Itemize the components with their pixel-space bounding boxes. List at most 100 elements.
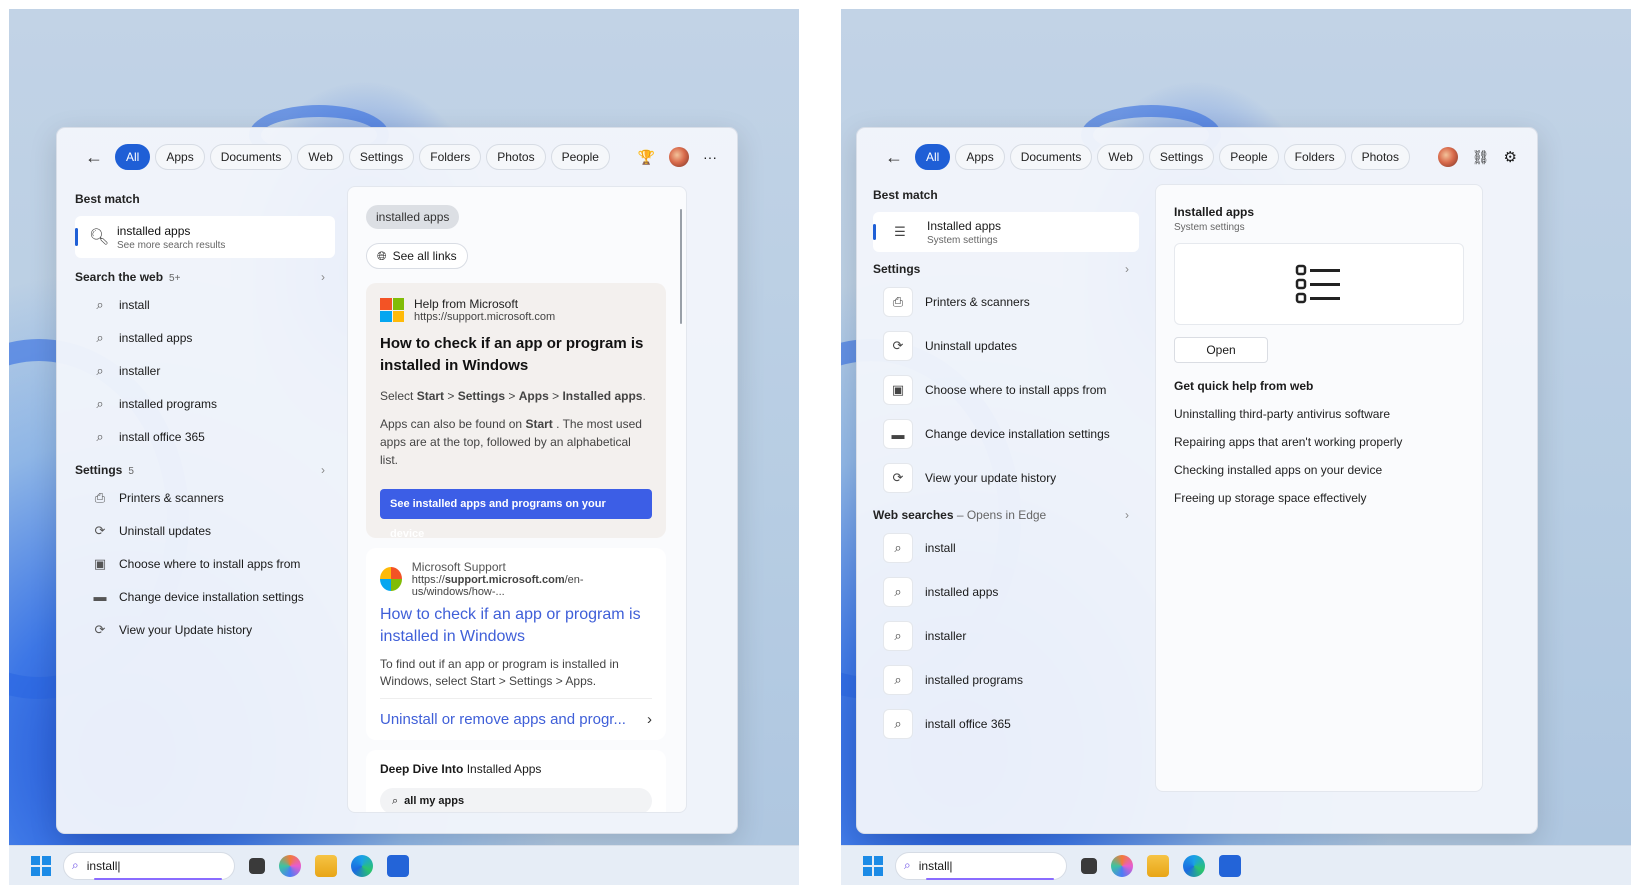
tab-all[interactable]: All <box>915 144 951 170</box>
web-suggestion-item[interactable]: ⌕ installed apps <box>75 321 335 354</box>
quick-help-link[interactable]: Uninstalling third-party antivirus softw… <box>1174 407 1464 421</box>
list-icon: ☰ <box>885 217 915 247</box>
tab-documents[interactable]: Documents <box>1009 144 1093 170</box>
web-results-pane: installed apps 🌐︎ See all links Help from… <box>347 186 687 813</box>
help-url[interactable]: https://support.microsoft.com <box>414 311 555 323</box>
uninstall-link[interactable]: Uninstall or remove apps and progr... › <box>380 711 652 728</box>
search-icon: ⌕ <box>72 858 79 872</box>
support-title-link[interactable]: How to check if an app or program is ins… <box>380 604 652 648</box>
web-search-item[interactable]: ⌕ installed apps <box>873 570 1139 614</box>
back-arrow-icon[interactable]: ← <box>881 147 907 168</box>
copilot-icon[interactable] <box>279 854 301 877</box>
web-suggestion-item[interactable]: ⌕ install <box>75 288 335 321</box>
support-source: Microsoft Support <box>411 560 506 574</box>
task-view-icon[interactable] <box>1081 857 1097 874</box>
web-suggestion-item[interactable]: ⌕ installed programs <box>75 387 335 420</box>
right-screenshot: ← All Apps Documents Web Settings People… <box>841 9 1631 885</box>
web-search-item[interactable]: ⌕ installed programs <box>873 658 1139 702</box>
tab-all[interactable]: All <box>115 144 151 170</box>
tab-photos[interactable]: Photos <box>1350 144 1410 170</box>
query-chip[interactable]: installed apps <box>366 205 460 229</box>
tab-web[interactable]: Web <box>1097 144 1144 170</box>
rewards-trophy-icon[interactable]: 🏆 <box>638 149 655 166</box>
task-view-icon[interactable] <box>249 857 265 874</box>
support-snippet: To find out if an app or program is inst… <box>380 656 652 699</box>
settings-item-uninstall-updates[interactable]: ⟳ Uninstall updates <box>873 324 1139 368</box>
copilot-icon[interactable] <box>1111 854 1133 877</box>
settings-item-printers[interactable]: ⎙ Printers & scanners <box>873 280 1139 324</box>
web-suggestion-item[interactable]: ⌕ install office 365 <box>75 420 335 453</box>
best-match-item[interactable]: ☰ Installed apps System settings <box>873 212 1139 252</box>
web-suggestion-item[interactable]: ⌕ installer <box>75 354 335 387</box>
open-button[interactable]: Open <box>1174 337 1268 363</box>
settings-item-install-source[interactable]: ▣ Choose where to install apps from <box>873 368 1139 412</box>
best-match-item[interactable]: 🔍︎ installed apps See more search result… <box>75 216 335 258</box>
tab-people[interactable]: People <box>1219 144 1279 170</box>
taskbar-search-input[interactable]: ⌕ install| <box>895 851 1067 880</box>
tab-web[interactable]: Web <box>297 144 344 170</box>
tab-folders[interactable]: Folders <box>419 144 482 170</box>
settings-item-device-installation[interactable]: ▬ Change device installation settings <box>75 580 335 613</box>
tab-people[interactable]: People <box>550 144 610 170</box>
see-installed-apps-button[interactable]: See installed apps and programs on your … <box>380 489 652 540</box>
share-link-icon[interactable]: ⛓︎ <box>1472 149 1490 166</box>
edge-icon[interactable] <box>1183 854 1205 877</box>
store-icon[interactable] <box>387 854 409 877</box>
gear-icon[interactable]: ⚙︎ <box>1504 148 1517 166</box>
avatar[interactable] <box>669 147 689 167</box>
tab-settings[interactable]: Settings <box>348 144 415 170</box>
web-search-item[interactable]: ⌕ install office 365 <box>873 702 1139 746</box>
settings-item-printers[interactable]: ⎙ Printers & scanners <box>75 481 335 514</box>
tab-apps[interactable]: Apps <box>955 144 1005 170</box>
settings-item-device-installation[interactable]: ▬ Change device installation settings <box>873 412 1139 456</box>
tab-photos[interactable]: Photos <box>486 144 546 170</box>
web-search-item[interactable]: ⌕ installer <box>873 614 1139 658</box>
settings-item-update-history[interactable]: ⟳ View your Update history <box>75 613 335 646</box>
deep-dive-search[interactable]: ⌕ all my apps <box>380 788 652 812</box>
windows-start-icon[interactable] <box>863 855 883 876</box>
more-options-icon[interactable]: ··· <box>703 149 717 165</box>
taskbar-search-input[interactable]: ⌕ install| <box>63 851 235 880</box>
store-icon[interactable] <box>1219 854 1241 877</box>
help-title: How to check if an app or program is ins… <box>380 335 644 374</box>
tab-documents[interactable]: Documents <box>209 144 293 170</box>
history-icon: ⟳ <box>883 463 913 493</box>
tab-apps[interactable]: Apps <box>155 144 205 170</box>
web-searches-heading[interactable]: Web searches – Opens in Edge › <box>873 504 1139 526</box>
help-source: Help from Microsoft <box>414 297 519 311</box>
windows-start-icon[interactable] <box>31 855 51 876</box>
search-icon: ⌕ <box>904 858 911 872</box>
search-icon: ⌕ <box>96 362 104 378</box>
tab-folders[interactable]: Folders <box>1283 144 1346 170</box>
best-match-title: installed apps <box>117 223 191 238</box>
avatar[interactable] <box>1437 147 1458 167</box>
back-arrow-icon[interactable]: ← <box>81 147 107 168</box>
settings-item-install-source[interactable]: ▣ Choose where to install apps from <box>75 547 335 580</box>
quick-help-link[interactable]: Repairing apps that aren't working prope… <box>1174 435 1464 449</box>
app-source-icon: ▣ <box>883 375 913 405</box>
web-search-item[interactable]: ⌕ install <box>873 526 1139 570</box>
chevron-right-icon: › <box>1125 262 1129 276</box>
edge-icon[interactable] <box>351 854 373 877</box>
bulleted-list-icon <box>1295 264 1340 304</box>
tab-settings[interactable]: Settings <box>1148 144 1215 170</box>
quick-help-link[interactable]: Checking installed apps on your device <box>1174 463 1464 477</box>
quick-help-link[interactable]: Freeing up storage space effectively <box>1174 491 1464 505</box>
installed-apps-preview <box>1174 243 1464 325</box>
settings-item-uninstall-updates[interactable]: ⟳ Uninstall updates <box>75 514 335 547</box>
file-explorer-icon[interactable] <box>315 854 337 877</box>
globe-icon: 🌐︎ <box>377 248 387 263</box>
support-url[interactable]: https://support.microsoft.com/en-us/wind… <box>412 574 652 598</box>
file-explorer-icon[interactable] <box>1147 854 1169 877</box>
microsoft-logo-icon <box>380 298 404 322</box>
detail-title: Installed apps <box>1174 205 1255 219</box>
results-list: Best match 🔍︎ installed apps See more se… <box>75 188 335 646</box>
settings-heading[interactable]: Settings 5 › <box>75 459 335 481</box>
filter-bar: ← All Apps Documents Web Settings Folder… <box>81 144 717 170</box>
scrollbar[interactable] <box>680 209 682 324</box>
see-all-links-button[interactable]: 🌐︎ See all links <box>366 243 468 269</box>
settings-heading[interactable]: Settings › <box>873 258 1139 280</box>
search-web-heading[interactable]: Search the web 5+ › <box>75 266 335 288</box>
detail-pane: Installed apps System settings Open Get … <box>1155 184 1483 792</box>
settings-item-update-history[interactable]: ⟳ View your update history <box>873 456 1139 500</box>
